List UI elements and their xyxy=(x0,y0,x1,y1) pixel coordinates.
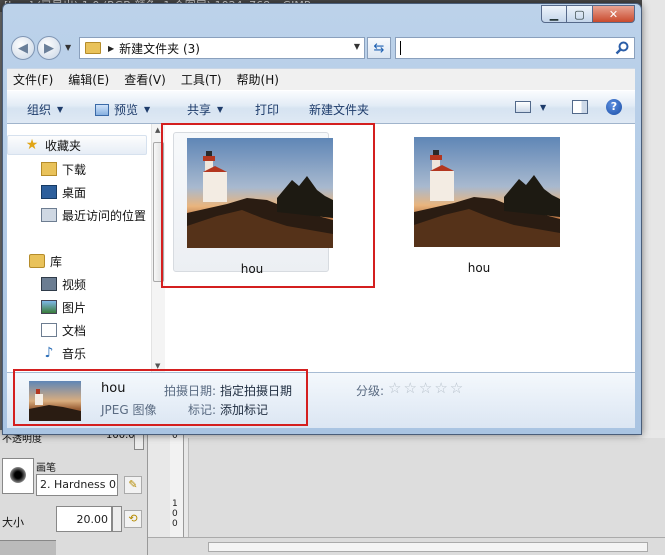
sidebar-item-desktop[interactable]: 桌面 xyxy=(41,182,86,202)
ruler-mark: 0 xyxy=(172,509,178,519)
forward-arrow-icon: ▶ xyxy=(44,40,54,56)
menu-tools[interactable]: 工具(T) xyxy=(181,71,222,88)
forward-button[interactable]: ▶ xyxy=(37,36,61,60)
sidebar-item-label: 收藏夹 xyxy=(45,138,82,153)
sidebar-item-favorites[interactable]: ★ 收藏夹 xyxy=(7,135,147,155)
chevron-down-icon: ▼ xyxy=(144,105,151,114)
ruler-mark: 0 xyxy=(172,519,178,529)
close-button[interactable]: ✕ xyxy=(593,5,635,23)
highlight-box-details xyxy=(13,369,308,426)
breadcrumb-folder[interactable]: 新建文件夹 (3) xyxy=(119,40,200,57)
menu-file[interactable]: 文件(F) xyxy=(13,71,53,88)
folder-icon xyxy=(85,42,101,54)
size-field[interactable]: 20.00 xyxy=(56,506,112,532)
organize-button[interactable]: 组织 ▼ xyxy=(27,101,63,118)
rating-stars-icon[interactable]: ☆☆☆☆☆ xyxy=(388,379,465,397)
chevron-down-icon: ▼ xyxy=(57,105,64,114)
print-label: 打印 xyxy=(255,103,280,117)
back-button[interactable]: ◀ xyxy=(11,36,35,60)
sidebar-item-label: 视频 xyxy=(62,277,87,292)
refresh-button[interactable]: ⇆ xyxy=(367,37,391,59)
sidebar-item-label: 音乐 xyxy=(62,346,87,361)
sidebar-item-downloads[interactable]: 下载 xyxy=(41,159,86,179)
gimp-canvas[interactable] xyxy=(188,438,665,545)
library-icon xyxy=(29,254,45,268)
scroll-up-icon[interactable]: ▲ xyxy=(155,126,160,134)
size-spinner[interactable] xyxy=(112,506,122,532)
sidebar-item-label: 桌面 xyxy=(62,185,87,200)
share-label: 共享 xyxy=(187,103,212,117)
brush-preview[interactable] xyxy=(2,458,34,494)
menu-bar: 文件(F) 编辑(E) 查看(V) 工具(T) 帮助(H) xyxy=(7,68,635,90)
sidebar-item-label: 库 xyxy=(50,254,63,269)
search-icon[interactable] xyxy=(615,41,629,55)
view-dropdown-icon[interactable]: ▼ xyxy=(540,103,546,112)
address-dropdown-icon[interactable]: ▼ xyxy=(354,42,360,51)
share-button[interactable]: 共享 ▼ xyxy=(187,101,223,118)
gimp-bottom-swatch xyxy=(0,540,56,555)
brush-select[interactable]: 2. Hardness 050 xyxy=(36,474,118,496)
new-folder-label: 新建文件夹 xyxy=(309,103,370,117)
vertical-ruler: 0 1 0 0 xyxy=(170,430,184,542)
gimp-statusbar xyxy=(148,537,665,555)
file-name: hou xyxy=(467,261,491,275)
star-icon: ★ xyxy=(25,137,39,153)
document-library-icon xyxy=(41,323,57,337)
brush-label: 画笔 xyxy=(36,463,56,474)
size-label: 大小 xyxy=(2,516,24,529)
rating-label: 分级: xyxy=(356,384,385,398)
highlight-box-file xyxy=(161,123,375,288)
command-bar: 组织 ▼ 预览 ▼ 共享 ▼ 打印 新建文件夹 ▼ ? xyxy=(7,90,635,124)
menu-edit[interactable]: 编辑(E) xyxy=(68,71,109,88)
minimize-button[interactable]: ▁ xyxy=(541,5,567,23)
window-controls: ▁ ▢ ✕ xyxy=(541,5,635,23)
maximize-button[interactable]: ▢ xyxy=(567,5,593,23)
chevron-down-icon: ▼ xyxy=(217,105,224,114)
history-dropdown-icon[interactable]: ▼ xyxy=(65,43,71,52)
sidebar-item-music[interactable]: ♪ 音乐 xyxy=(41,343,86,363)
preview-button[interactable]: 预览 ▼ xyxy=(95,101,150,118)
video-library-icon xyxy=(41,277,57,291)
picture-library-icon xyxy=(41,300,57,314)
preview-pane-icon[interactable] xyxy=(572,100,588,114)
brush-shape-icon xyxy=(10,467,26,483)
ruler-mark: 1 xyxy=(172,499,178,509)
menu-view[interactable]: 查看(V) xyxy=(124,71,166,88)
refresh-icon: ⇆ xyxy=(373,40,385,56)
sidebar-item-label: 下载 xyxy=(62,162,87,177)
search-input[interactable] xyxy=(395,37,635,59)
gimp-right-edge xyxy=(642,0,665,440)
desktop-icon xyxy=(41,185,57,199)
preview-icon xyxy=(95,103,109,116)
back-arrow-icon: ◀ xyxy=(18,40,28,56)
downloads-folder-icon xyxy=(41,162,57,176)
sidebar-item-recent[interactable]: 最近访问的位置 xyxy=(41,205,146,225)
sidebar-item-label: 图片 xyxy=(62,300,87,315)
sidebar-item-pictures[interactable]: 图片 xyxy=(41,297,86,317)
text-caret xyxy=(400,41,401,55)
address-bar[interactable]: ▶ 新建文件夹 (3) ▼ xyxy=(79,37,365,59)
navigation-pane: ★ 收藏夹 下载 桌面 最近访问的位置 库 视频 图片 文档 ♪ 音乐 xyxy=(7,124,151,372)
sidebar-item-documents[interactable]: 文档 xyxy=(41,320,86,340)
new-folder-button[interactable]: 新建文件夹 xyxy=(309,101,369,118)
recent-places-icon xyxy=(41,208,57,222)
sidebar-item-videos[interactable]: 视频 xyxy=(41,274,86,294)
print-button[interactable]: 打印 xyxy=(255,101,279,118)
sidebar-item-label: 最近访问的位置 xyxy=(62,208,147,223)
sidebar-item-library[interactable]: 库 xyxy=(29,251,62,271)
help-icon[interactable]: ? xyxy=(606,99,622,115)
brush-edit-icon[interactable]: ✎ xyxy=(124,476,142,494)
lighthouse-thumbnail xyxy=(414,137,560,247)
file-tile[interactable]: hou xyxy=(401,132,560,275)
organize-label: 组织 xyxy=(27,103,52,117)
address-row: ◀ ▶ ▼ ▶ 新建文件夹 (3) ▼ ⇆ xyxy=(7,35,637,61)
gimp-horizontal-scrollbar[interactable] xyxy=(208,542,648,552)
preview-label: 预览 xyxy=(114,103,139,117)
sidebar-item-label: 文档 xyxy=(62,323,87,338)
size-reset-icon[interactable]: ⟲ xyxy=(124,510,142,528)
change-view-icon[interactable] xyxy=(515,101,531,113)
breadcrumb-arrow-icon[interactable]: ▶ xyxy=(108,44,114,53)
menu-help[interactable]: 帮助(H) xyxy=(237,71,279,88)
music-note-icon: ♪ xyxy=(44,345,54,361)
